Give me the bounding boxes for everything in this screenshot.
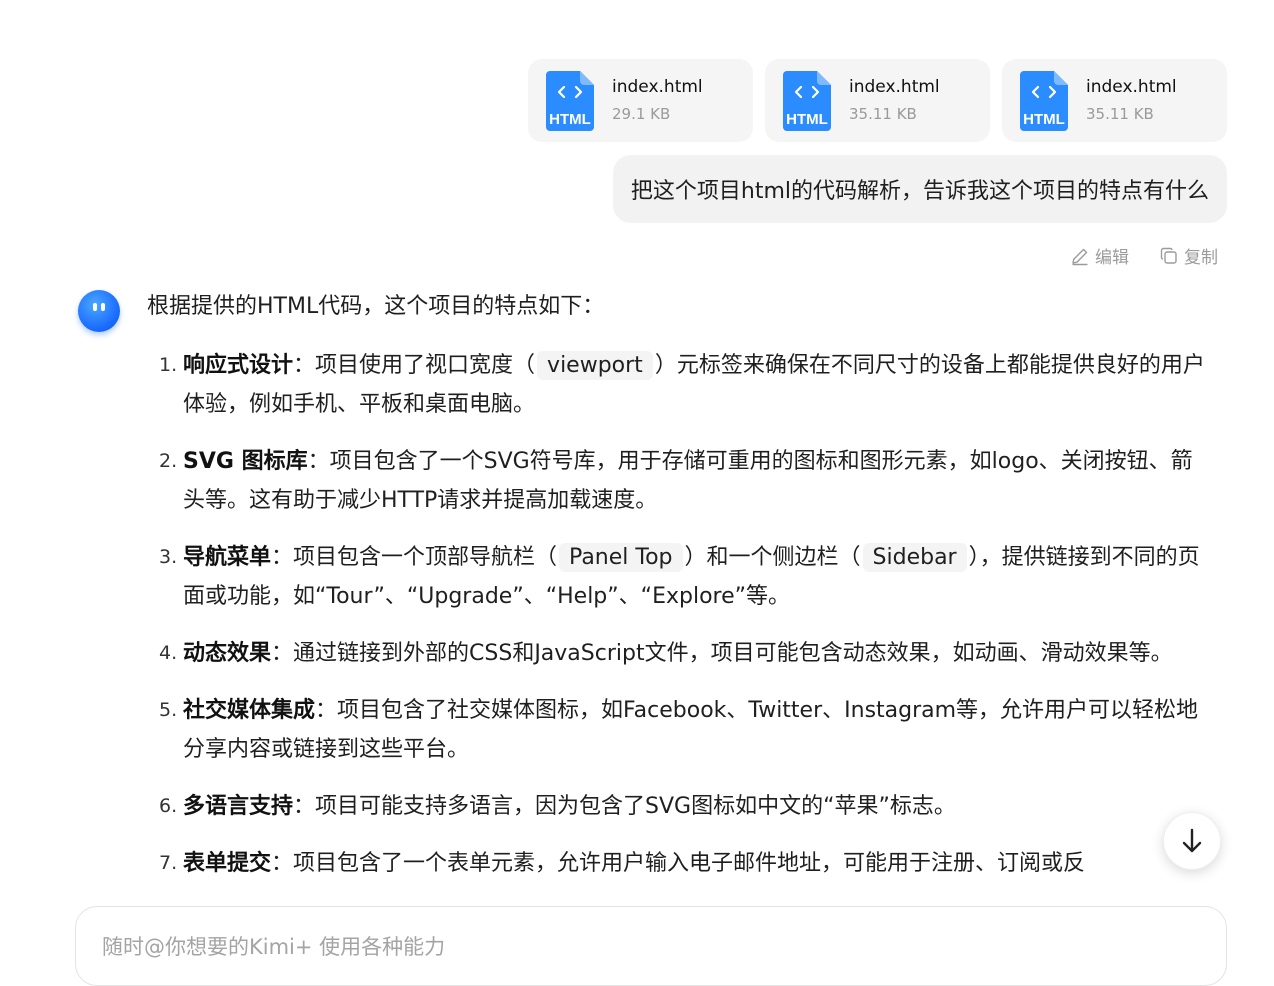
list-item: 6. 多语言支持：项目可能支持多语言，因为包含了SVG图标如中文的“苹果”标志。 (147, 787, 1207, 826)
item-separator: ： (271, 641, 294, 666)
list-item: 4. 动态效果：通过链接到外部的CSS和JavaScript文件，项目可能包含动态… (147, 634, 1207, 673)
html-file-icon: HTML (1020, 70, 1068, 131)
edit-button[interactable]: 编辑 (1070, 243, 1129, 268)
item-title: 多语言支持 (183, 794, 294, 819)
item-number: 5. (159, 699, 178, 721)
item-text: 项目包含一个顶部导航栏（ (293, 545, 558, 570)
item-separator: ： (293, 353, 316, 378)
item-title: 动态效果 (183, 641, 272, 666)
item-title: 响应式设计 (183, 353, 294, 378)
answer-intro: 根据提供的HTML代码，这个项目的特点如下： (147, 294, 605, 319)
item-number: 3. (159, 546, 178, 568)
item-text: 项目包含了一个表单元素，允许用户输入电子邮件地址，可能用于注册、订阅或反 (293, 851, 1086, 876)
item-title: 社交媒体集成 (183, 698, 316, 723)
item-separator: ： (307, 449, 330, 474)
arrow-down-icon (1182, 828, 1202, 853)
message-actions: 编辑 复制 (1070, 243, 1218, 268)
kimi-avatar (78, 290, 120, 332)
file-type-label: HTML (1023, 111, 1065, 128)
item-title: 导航菜单 (183, 545, 272, 570)
item-separator: ： (315, 698, 338, 723)
list-item: 2. SVG 图标库：项目包含了一个SVG符号库，用于存储可重用的图标和图形元素，… (147, 442, 1207, 520)
avatar-eye (101, 303, 105, 311)
item-separator: ： (271, 545, 294, 570)
scroll-to-bottom-button[interactable] (1163, 812, 1221, 870)
list-item: 3. 导航菜单：项目包含一个顶部导航栏（ Panel Top ）和一个侧边栏（ Side… (147, 538, 1207, 616)
item-number: 6. (159, 795, 178, 817)
inline-code: Panel Top (559, 543, 683, 572)
pencil-icon (1072, 248, 1088, 265)
chat-input[interactable]: 随时@你想要的Kimi+ 使用各种能力 (75, 906, 1227, 986)
file-type-label: HTML (786, 111, 828, 128)
file-card[interactable]: HTML index.html 29.1 KB (528, 59, 753, 142)
avatar-eye (93, 303, 97, 311)
file-size: 35.11 KB (1086, 105, 1154, 123)
edit-label: 编辑 (1095, 248, 1129, 268)
inline-code: viewport (537, 351, 653, 380)
list-item: 1. 响应式设计：项目使用了视口宽度（ viewport ）元标签来确保在不同尺寸的设… (147, 346, 1207, 424)
answer-list: 1. 响应式设计：项目使用了视口宽度（ viewport ）元标签来确保在不同尺寸的设… (147, 346, 1207, 883)
item-text: 项目可能支持多语言，因为包含了SVG图标如中文的“苹果”标志。 (315, 794, 956, 819)
user-message-bubble: 把这个项目html的代码解析，告诉我这个项目的特点有什么 (612, 155, 1227, 223)
file-name: index.html (849, 77, 940, 97)
item-number: 1. (159, 354, 178, 376)
item-text: 项目包含了一个SVG符号库，用于存储可重用的图标和图形元素，如logo、关闭按钮… (183, 449, 1193, 513)
item-title: SVG 图标库 (183, 449, 308, 474)
file-name: index.html (1086, 77, 1177, 97)
inline-code: Sidebar (862, 543, 967, 572)
file-name: index.html (612, 77, 703, 97)
copy-icon (1160, 247, 1177, 264)
file-card[interactable]: HTML index.html 35.11 KB (1002, 59, 1227, 142)
html-file-icon: HTML (546, 70, 594, 131)
item-title: 表单提交 (183, 851, 272, 876)
html-file-icon: HTML (783, 70, 831, 131)
copy-button[interactable]: 复制 (1159, 243, 1218, 268)
item-text: 通过链接到外部的CSS和JavaScript文件，项目可能包含动态效果，如动画、… (293, 641, 1173, 666)
file-size: 35.11 KB (849, 105, 917, 123)
attachments-row: HTML index.html 29.1 KB HTML index.html … (528, 59, 1227, 142)
item-number: 2. (159, 450, 178, 472)
assistant-answer: 根据提供的HTML代码，这个项目的特点如下： 1. 响应式设计：项目使用了视口宽度… (147, 288, 1207, 901)
list-item: 7. 表单提交：项目包含了一个表单元素，允许用户输入电子邮件地址，可能用于注册、订… (147, 844, 1207, 883)
list-item: 5. 社交媒体集成：项目包含了社交媒体图标，如Facebook、Twitter、I… (147, 691, 1207, 769)
copy-label: 复制 (1184, 248, 1218, 268)
input-placeholder: 随时@你想要的Kimi+ 使用各种能力 (102, 935, 446, 959)
item-text: 项目使用了视口宽度（ (315, 353, 536, 378)
file-card[interactable]: HTML index.html 35.11 KB (765, 59, 990, 142)
item-separator: ： (293, 794, 316, 819)
file-size: 29.1 KB (612, 105, 671, 123)
item-separator: ： (271, 851, 294, 876)
item-number: 4. (159, 642, 178, 664)
item-number: 7. (159, 852, 178, 874)
file-type-label: HTML (549, 111, 591, 128)
item-text: ）和一个侧边栏（ (684, 545, 861, 570)
